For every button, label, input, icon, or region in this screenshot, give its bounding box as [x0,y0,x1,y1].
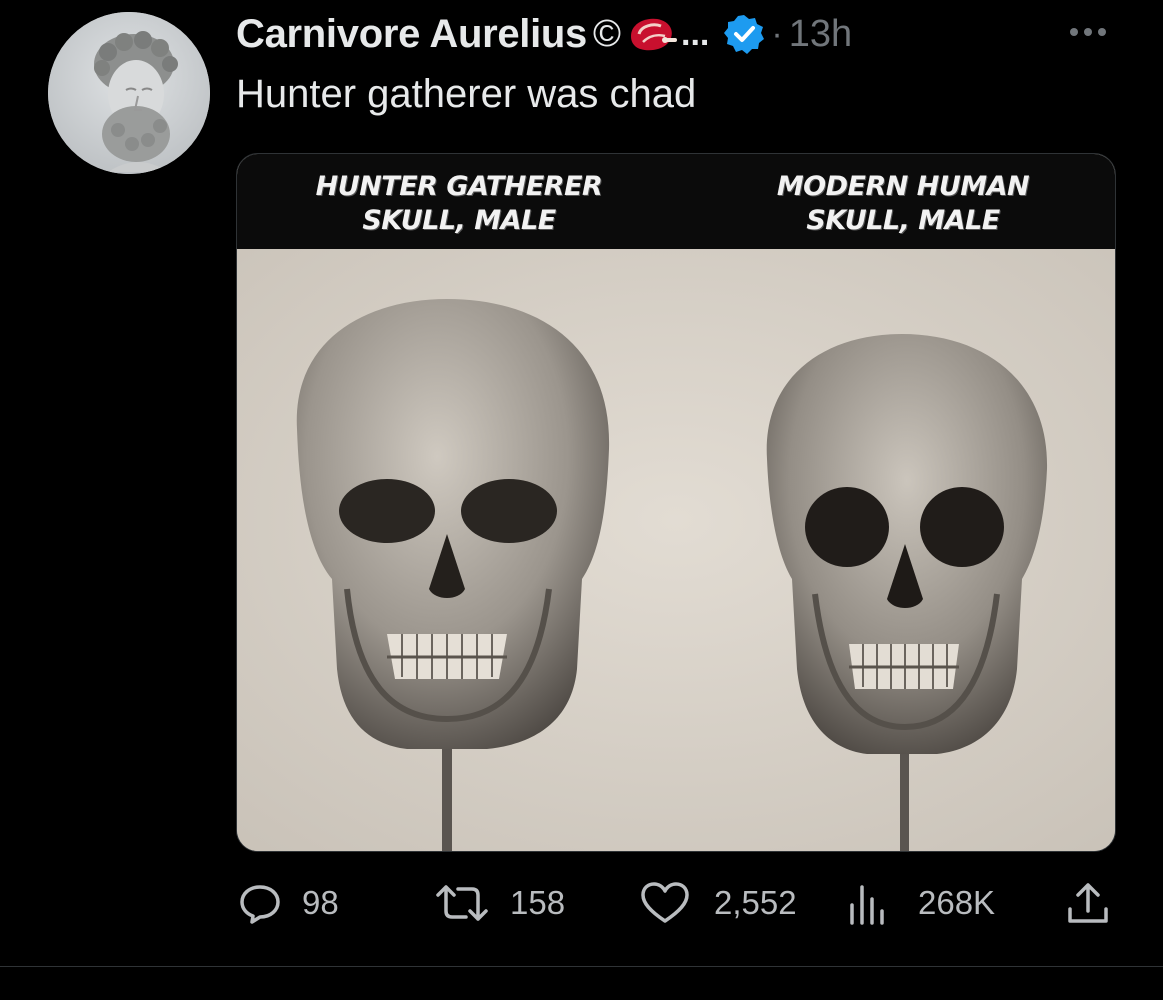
right-caption-line2: SKULL, MALE [806,205,1000,236]
like-count: 2,552 [714,884,797,921]
right-caption-line1: MODERN HUMAN [776,171,1030,202]
left-caption-line2: SKULL, MALE [362,205,556,236]
like-button[interactable]: 2,552 [640,878,797,928]
tweet-header: Carnivore Aurelius © ... · 13h [236,10,852,58]
avatar[interactable] [48,12,210,174]
display-name[interactable]: Carnivore Aurelius [236,12,587,57]
tweet-actions: 98 158 2,552 268K [0,878,1163,928]
share-icon [1068,883,1108,923]
skulls-photo [237,249,1115,851]
name-truncation: ... [681,14,710,53]
views-icon [850,885,884,925]
more-options-icon[interactable] [1064,20,1112,44]
divider [0,966,1163,967]
timestamp[interactable]: 13h [789,13,852,56]
tweet-media[interactable]: HUNTER GATHERER SKULL, MALE MODERN HUMAN… [236,153,1116,852]
retweet-count: 158 [510,884,566,921]
reply-icon [240,885,280,924]
copyright-symbol: © [593,12,622,55]
left-caption: HUNTER GATHERER SKULL, MALE [279,170,639,238]
steak-emoji-icon [625,14,678,54]
views-button[interactable]: 268K [848,878,995,928]
retweet-icon [436,885,488,921]
verified-badge-icon [723,13,765,55]
media-caption-bar: HUNTER GATHERER SKULL, MALE MODERN HUMAN… [237,154,1115,249]
marcus-aurelius-bust-icon [48,12,210,174]
retweet-button[interactable]: 158 [434,878,565,928]
like-icon [641,882,689,923]
right-caption: MODERN HUMAN SKULL, MALE [723,170,1083,238]
share-button[interactable] [1066,878,1110,928]
reply-button[interactable]: 98 [238,878,339,928]
left-caption-line1: HUNTER GATHERER [315,171,603,202]
reply-count: 98 [302,884,339,921]
tweet-text: Hunter gatherer was chad [236,72,697,116]
views-count: 268K [918,884,996,921]
separator-dot: · [771,14,783,53]
